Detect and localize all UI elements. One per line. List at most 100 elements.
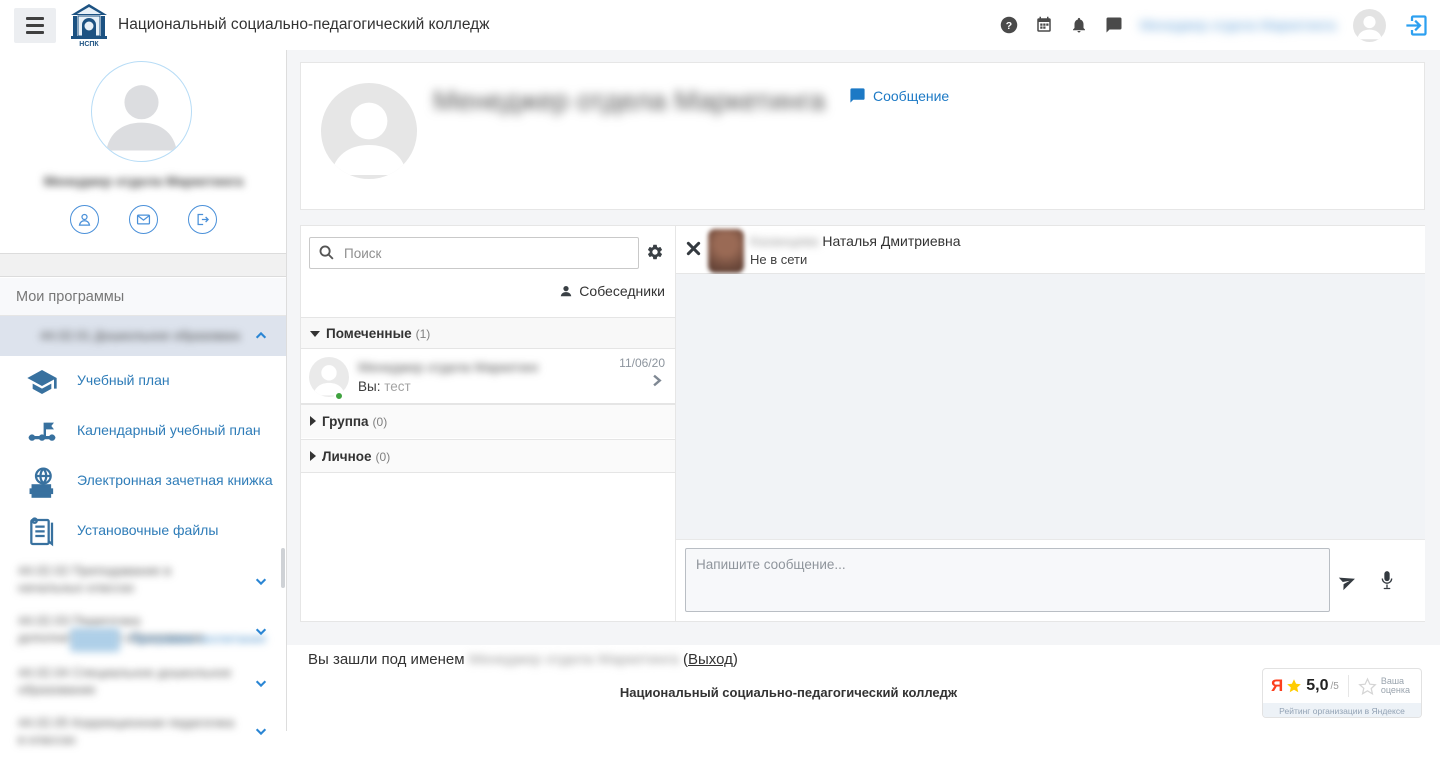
sidebar-divider-band bbox=[0, 253, 286, 277]
section-starred[interactable]: Помеченные(1) bbox=[301, 317, 675, 348]
chat-header: Казанцева Наталья Дмитриевна Не в сети bbox=[676, 226, 1425, 274]
send-message-link[interactable]: Сообщение bbox=[849, 87, 949, 104]
calendar-icon[interactable] bbox=[1035, 16, 1053, 34]
topbar-user-name[interactable]: Менеджер отдела Маркетинга bbox=[1140, 17, 1336, 33]
chevron-down-icon bbox=[254, 574, 268, 588]
user-icon bbox=[77, 212, 92, 227]
sidebar-program-collapsed[interactable]: 44.02.02 Преподавание в начальных класса… bbox=[0, 562, 286, 610]
program-sub-link[interactable]: Программа воспитания bbox=[130, 632, 266, 646]
sidebar-program-collapsed[interactable]: 44.02.03 Педагогика дополнительного обра… bbox=[0, 612, 286, 662]
svg-text:НСПК: НСПК bbox=[79, 41, 99, 47]
program-label: 44.02.04 Специальное дошкольное образова… bbox=[18, 664, 238, 698]
sidebar-item-label: Установочные файлы bbox=[77, 522, 218, 538]
selected-program-label: 44.02.01 Дошкольное образование bbox=[40, 328, 240, 343]
sidebar-item-calendar-curriculum[interactable]: Календарный учебный план bbox=[0, 406, 286, 456]
caret-down-icon bbox=[310, 331, 320, 337]
close-icon[interactable] bbox=[686, 241, 701, 256]
conversation-list-item[interactable]: Менеджер отдела Маркетинга Вы: тест 11/0… bbox=[301, 348, 675, 404]
hamburger-menu-button[interactable] bbox=[14, 8, 56, 43]
search-input[interactable] bbox=[309, 237, 639, 269]
profile-page-title: Менеджер отдела Маркетинга bbox=[433, 85, 825, 117]
program-label: 44.02.02 Преподавание в начальных класса… bbox=[18, 562, 238, 596]
person-icon bbox=[97, 67, 186, 156]
chevron-down-icon bbox=[254, 624, 268, 638]
mail-button[interactable] bbox=[129, 205, 158, 234]
topbar-avatar[interactable] bbox=[1353, 9, 1386, 42]
my-programs-header: Мои программы bbox=[0, 278, 286, 316]
person-icon bbox=[1353, 9, 1386, 42]
college-logo: НСПК bbox=[68, 3, 110, 47]
sidebar-item-label: Электронная зачетная книжка bbox=[77, 472, 273, 488]
svg-text:?: ? bbox=[1006, 20, 1012, 32]
conversation-preview: Вы: тест bbox=[358, 379, 411, 394]
paren: ) bbox=[733, 651, 738, 668]
star-outline-icon[interactable] bbox=[1358, 677, 1377, 696]
contacts-link[interactable]: Собеседники bbox=[559, 283, 665, 299]
send-icon[interactable] bbox=[1338, 572, 1357, 591]
sidebar-item-label: Календарный учебный план bbox=[77, 422, 261, 438]
chevron-down-icon bbox=[254, 676, 268, 690]
sidebar-item-curriculum[interactable]: Учебный план bbox=[0, 356, 286, 406]
yandex-logo-letter: Я bbox=[1271, 676, 1283, 696]
logged-in-user-name: Менеджер отдела Маркетинга bbox=[469, 651, 679, 668]
notifications-bell-icon[interactable] bbox=[1070, 16, 1088, 34]
search-icon bbox=[318, 244, 335, 261]
microphone-icon[interactable] bbox=[1379, 570, 1395, 591]
section-label: Личное bbox=[322, 449, 372, 464]
section-count: (0) bbox=[376, 450, 391, 464]
sidebar-scrollbar-thumb[interactable] bbox=[281, 548, 285, 588]
chat-contact-status: Не в сети bbox=[750, 252, 807, 267]
sidebar-program-collapsed[interactable]: 44.02.05 Коррекционная педагогика в клас… bbox=[0, 714, 286, 762]
sidebar-profile-actions bbox=[0, 205, 287, 234]
section-group[interactable]: Группа (0) bbox=[301, 404, 675, 438]
chat-contact-avatar bbox=[708, 229, 744, 273]
message-input[interactable] bbox=[685, 548, 1330, 612]
sidebar-avatar[interactable] bbox=[91, 61, 192, 162]
your-rating-label: Вашаоценка bbox=[1381, 677, 1410, 696]
speech-bubble-icon bbox=[849, 87, 866, 104]
sidebar-item-label: Учебный план bbox=[77, 372, 170, 388]
logged-in-prefix: Вы зашли под именем bbox=[308, 651, 465, 668]
star-filled-icon bbox=[1286, 678, 1302, 694]
contact-person-icon bbox=[559, 284, 573, 298]
chat-column: Казанцева Наталья Дмитриевна Не в сети bbox=[676, 226, 1425, 621]
gear-icon[interactable] bbox=[646, 243, 664, 261]
conversation-name: Менеджер отдела Маркетинга bbox=[358, 360, 538, 375]
section-count: (1) bbox=[416, 327, 431, 341]
topbar: НСПК Национальный социально-педагогическ… bbox=[0, 0, 1440, 50]
yandex-rating-widget[interactable]: Я 5,0 /5 Вашаоценка Рейтинг организации … bbox=[1262, 668, 1422, 718]
profile-header-card: Менеджер отдела Маркетинга Сообщение bbox=[300, 62, 1425, 210]
sidebar: Менеджер отдела Маркетинга Мои программы… bbox=[0, 50, 287, 731]
site-title: Национальный социально-педагогический ко… bbox=[118, 0, 490, 50]
chevron-right-icon bbox=[650, 374, 663, 387]
message-link-label: Сообщение bbox=[873, 88, 949, 104]
profile-avatar bbox=[321, 83, 417, 179]
sidebar-program-collapsed[interactable]: 44.02.04 Специальное дошкольное образова… bbox=[0, 664, 286, 712]
conversation-date: 11/06/20 bbox=[619, 356, 665, 370]
section-private[interactable]: Личное (0) bbox=[301, 439, 675, 473]
help-icon[interactable]: ? bbox=[1000, 16, 1018, 34]
sidebar-logout-button[interactable] bbox=[188, 205, 217, 234]
caret-right-icon bbox=[310, 451, 316, 461]
profile-button[interactable] bbox=[70, 205, 99, 234]
logged-in-line: Вы зашли под именем Менеджер отдела Марк… bbox=[308, 651, 738, 668]
contacts-label: Собеседники bbox=[579, 283, 665, 299]
rating-score: 5,0 bbox=[1306, 677, 1328, 695]
chat-messages-area[interactable] bbox=[676, 274, 1425, 541]
divider bbox=[1348, 675, 1349, 697]
search-box bbox=[309, 237, 639, 269]
section-label: Группа bbox=[322, 414, 369, 429]
selected-program-item[interactable]: 44.02.01 Дошкольное образование bbox=[0, 316, 286, 356]
globe-books-icon bbox=[26, 466, 58, 498]
section-count: (0) bbox=[373, 415, 388, 429]
documents-icon bbox=[26, 516, 58, 548]
yandex-widget-caption: Рейтинг организации в Яндексе bbox=[1263, 703, 1421, 718]
logout-icon[interactable] bbox=[1403, 12, 1430, 39]
sidebar-item-gradebook[interactable]: Электронная зачетная книжка bbox=[0, 456, 286, 506]
messenger-panel: Собеседники Помеченные(1) Менеджер отдел… bbox=[300, 225, 1425, 622]
messages-icon[interactable] bbox=[1105, 16, 1123, 34]
chevron-down-icon bbox=[254, 724, 268, 738]
person-icon bbox=[321, 83, 417, 179]
logout-link[interactable]: Выход bbox=[688, 651, 733, 668]
sidebar-item-setup-files[interactable]: Установочные файлы bbox=[0, 506, 286, 556]
